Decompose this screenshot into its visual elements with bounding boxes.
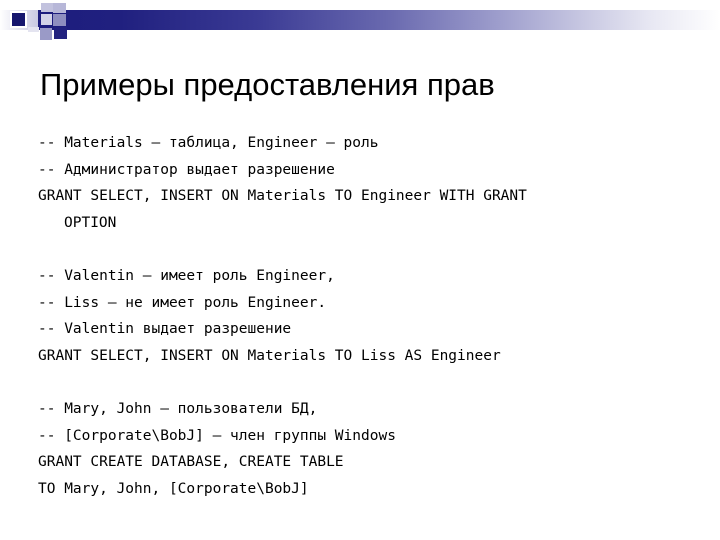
page-title: Примеры предоставления прав bbox=[40, 67, 495, 102]
body-line: -- Materials – таблица, Engineer – роль bbox=[38, 135, 379, 151]
body-line: OPTION bbox=[64, 214, 117, 231]
slide-header-decoration bbox=[0, 0, 720, 46]
decoration-square-navy-small bbox=[54, 27, 67, 39]
decoration-square-navy bbox=[12, 13, 25, 26]
body-line: -- Liss – не имеет роль Engineer. bbox=[38, 294, 327, 311]
decoration-square-pale-top bbox=[41, 3, 53, 12]
decoration-square-mid-top bbox=[53, 3, 66, 13]
decoration-square-pale-mid bbox=[41, 14, 52, 25]
body-line: -- [Corporate\BobJ] – член группы Window… bbox=[38, 427, 396, 444]
slide-body: -- Materials – таблица, Engineer – роль -… bbox=[38, 130, 698, 502]
body-line: -- Valentin – имеет роль Engineer, bbox=[38, 267, 335, 284]
decoration-square-low bbox=[40, 28, 52, 40]
body-line: GRANT SELECT, INSERT ON Materials TO Lis… bbox=[38, 347, 501, 364]
slide: Примеры предоставления прав -- Materials… bbox=[0, 0, 720, 540]
decoration-square-mid-bottom bbox=[53, 14, 66, 26]
body-line: GRANT CREATE DATABASE, CREATE TABLE bbox=[38, 454, 344, 471]
decoration-square-pale-low-left bbox=[28, 27, 39, 32]
body-line: GRANT SELECT, INSERT ON Materials TO Eng… bbox=[38, 188, 527, 205]
body-line: -- Valentin выдает разрешение bbox=[38, 321, 292, 338]
header-gradient-bar bbox=[38, 10, 720, 30]
body-line: -- Mary, John – пользователи БД, bbox=[38, 400, 318, 417]
body-line: -- Администратор выдает разрешение bbox=[38, 161, 335, 178]
body-line: TO Mary, John, [Corporate\BobJ] bbox=[38, 480, 309, 497]
